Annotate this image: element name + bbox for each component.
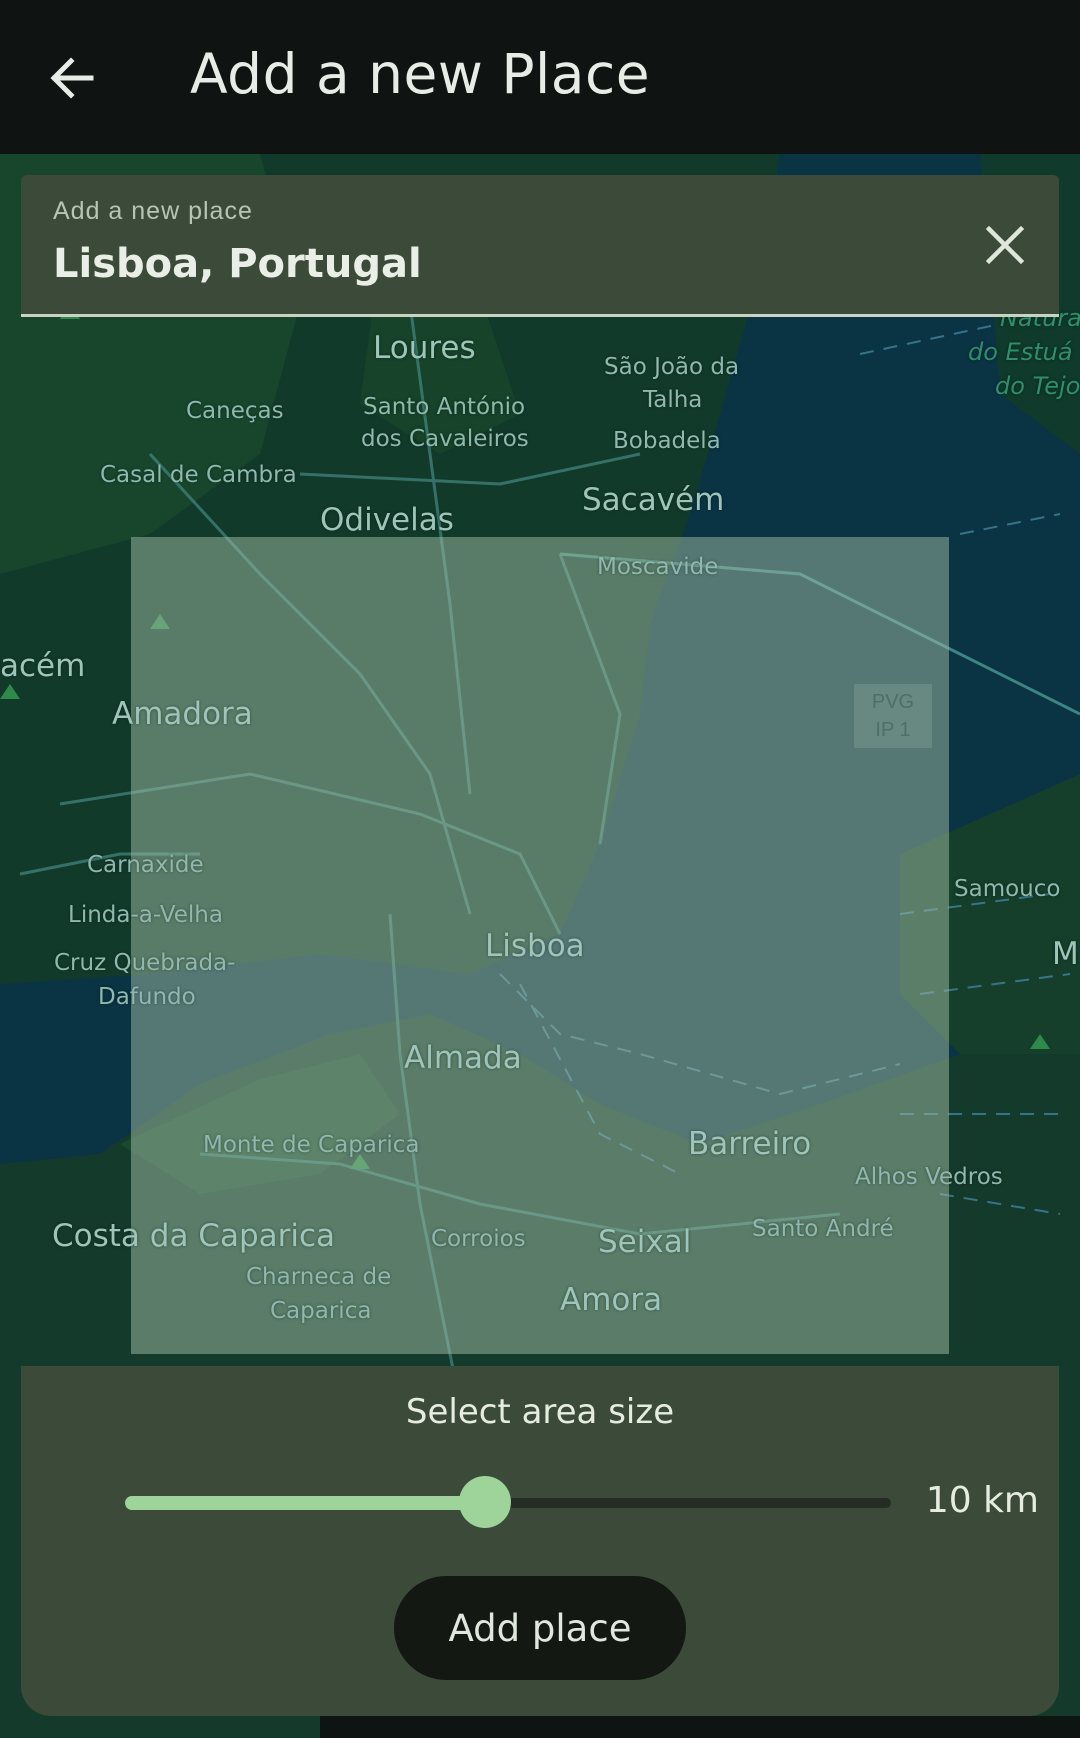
map-label-bobadela: Bobadela bbox=[613, 428, 721, 454]
road-shield-pvg: PVG IP 1 bbox=[854, 684, 932, 748]
map-label-samouco: Samouco bbox=[954, 876, 1061, 902]
map-attribution-bar bbox=[320, 1716, 1080, 1738]
map-label-corroios: Corroios bbox=[431, 1226, 526, 1252]
search-field-value[interactable]: Lisboa, Portugal bbox=[53, 241, 422, 287]
back-button[interactable] bbox=[44, 50, 100, 106]
map-label-monte-de-caparica: Monte de Caparica bbox=[203, 1132, 420, 1158]
road-shield-pvg-line1: PVG bbox=[871, 691, 915, 713]
slider-thumb[interactable] bbox=[459, 1476, 512, 1528]
map-label-carnaxide: Carnaxide bbox=[87, 852, 204, 878]
map-label-almada: Almada bbox=[404, 1040, 522, 1076]
clear-search-button[interactable] bbox=[979, 219, 1031, 271]
map-label-cruz-quebrada: Cruz Quebrada- bbox=[54, 950, 236, 976]
map-label-barreiro: Barreiro bbox=[688, 1126, 812, 1162]
map-label-sao-joao: São João da bbox=[604, 354, 740, 380]
map-label-acem: acém bbox=[0, 648, 86, 684]
map-label-loures: Loures bbox=[373, 330, 476, 366]
map-label-dos-cavaleiros: dos Cavaleiros bbox=[361, 426, 529, 452]
map-label-m: M bbox=[1052, 936, 1079, 972]
map-label-lisboa: Lisboa bbox=[485, 928, 585, 964]
area-size-title: Select area size bbox=[405, 1392, 675, 1432]
map-label-alhos-vedros: Alhos Vedros bbox=[855, 1164, 1003, 1190]
map-label-santo-antonio: Santo António bbox=[363, 394, 526, 420]
place-search-field[interactable]: Add a new place Lisboa, Portugal bbox=[21, 175, 1059, 317]
map-label-casal-de-cambra: Casal de Cambra bbox=[100, 462, 297, 488]
map-label-canecas: Caneças bbox=[186, 398, 284, 424]
map-label-santo-andre: Santo André bbox=[752, 1216, 894, 1242]
slider-active-track bbox=[125, 1496, 486, 1510]
map-label-amora: Amora bbox=[560, 1282, 663, 1318]
road-shield-pvg-line2: IP 1 bbox=[875, 719, 911, 741]
map-label-moscavide: Moscavide bbox=[597, 554, 719, 580]
map-label-caparica: Caparica bbox=[270, 1298, 372, 1324]
map-label-charneca-de: Charneca de bbox=[246, 1264, 392, 1290]
area-size-panel: Select area size 10 km Add place bbox=[21, 1366, 1059, 1716]
area-size-value: 10 km bbox=[925, 1480, 1039, 1521]
map-label-amadora: Amadora bbox=[112, 696, 253, 732]
map-label-sacavem: Sacavém bbox=[582, 482, 725, 518]
map-label-dafundo: Dafundo bbox=[98, 984, 196, 1010]
map-label-talha: Talha bbox=[643, 387, 703, 413]
map-label-linda-a-velha: Linda-a-Velha bbox=[68, 902, 223, 928]
app-bar: Add a new Place bbox=[0, 0, 1080, 154]
area-size-slider[interactable] bbox=[105, 1472, 891, 1532]
arrow-left-icon bbox=[50, 57, 94, 99]
map-label-costa-da-caparica: Costa da Caparica bbox=[52, 1218, 336, 1254]
map-label-nature-2: do Estuá bbox=[968, 338, 1073, 366]
close-icon bbox=[985, 225, 1025, 265]
map-label-odivelas: Odivelas bbox=[320, 502, 454, 538]
page-title: Add a new Place bbox=[190, 42, 651, 106]
add-place-button[interactable]: Add place bbox=[394, 1576, 686, 1680]
map-label-nature-3: do Tejo bbox=[995, 372, 1080, 400]
map-label-seixal: Seixal bbox=[598, 1224, 692, 1260]
search-field-label: Add a new place bbox=[53, 197, 253, 225]
